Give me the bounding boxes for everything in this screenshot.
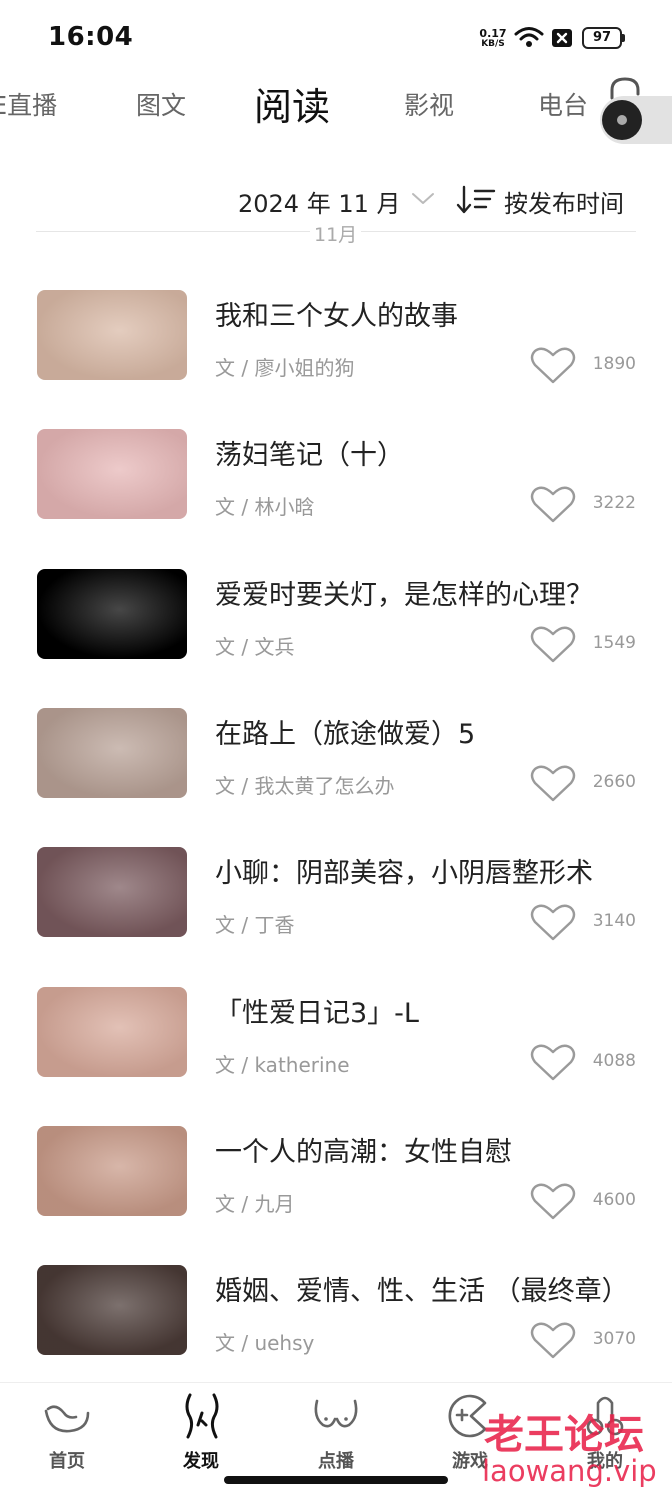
article-title[interactable]: 「性爱日记3」-L <box>215 991 640 1030</box>
article-author: 文 / 九月 <box>215 1192 295 1216</box>
article-title[interactable]: 婚姻、爱情、性、生活 （最终章） <box>215 1269 640 1308</box>
like-count: 3070 <box>592 1329 636 1349</box>
article-title[interactable]: 我和三个女人的故事 <box>215 294 640 333</box>
list-item[interactable]: 「性爱日记3」-L 文 / katherine 4088 <box>0 987 672 1087</box>
mine-icon <box>586 1396 624 1436</box>
tab-yuedu[interactable]: 阅读 <box>254 76 330 131</box>
sort-label[interactable]: 按发布时间 <box>504 184 624 219</box>
nav-label: 我的 <box>587 1451 623 1472</box>
like-count: 1890 <box>592 354 636 374</box>
tab-yingshi[interactable]: 影视 <box>404 86 454 122</box>
list-item[interactable]: 荡妇笔记（十） 文 / 林小晗 3222 <box>0 429 672 529</box>
net-speed-unit: KB/S <box>481 39 505 49</box>
music-player-float[interactable] <box>600 96 672 144</box>
battery-tip <box>622 34 625 42</box>
top-tabs: IE直播 图文 阅读 影视 电台 <box>0 72 672 132</box>
nav-item-discover[interactable]: 发现 <box>156 1391 246 1472</box>
like-count: 3222 <box>592 493 636 513</box>
heart-icon[interactable] <box>530 1182 576 1222</box>
article-author: 文 / 丁香 <box>215 913 295 937</box>
article-title[interactable]: 一个人的高潮：女性自慰 <box>215 1130 640 1169</box>
heart-icon[interactable] <box>530 485 576 525</box>
article-author: 文 / katherine <box>215 1053 350 1077</box>
article-thumbnail[interactable] <box>37 429 187 519</box>
status-bar: 16:04 0.17 KB/S 97 <box>0 0 672 76</box>
tab-tuwen[interactable]: 图文 <box>136 86 186 122</box>
list-item[interactable]: 在路上（旅途做爱）5 文 / 我太黄了怎么办 2660 <box>0 708 672 808</box>
article-thumbnail[interactable] <box>37 569 187 659</box>
nav-item-vod[interactable]: 点播 <box>291 1391 381 1472</box>
net-speed: 0.17 KB/S <box>478 28 508 50</box>
game-icon <box>448 1394 487 1438</box>
heart-icon[interactable] <box>530 764 576 804</box>
heart-icon[interactable] <box>530 1043 576 1083</box>
article-thumbnail[interactable] <box>37 708 187 798</box>
article-author: 文 / 我太黄了怎么办 <box>215 774 395 798</box>
sort-icon[interactable] <box>456 184 496 216</box>
home-indicator[interactable] <box>224 1476 448 1484</box>
like-count: 4088 <box>592 1051 636 1071</box>
list-item[interactable]: 小聊：阴部美容，小阴唇整形术 文 / 丁香 3140 <box>0 847 672 947</box>
wifi-icon <box>514 27 544 47</box>
list-item[interactable]: 爱爱时要关灯，是怎样的心理？ 文 / 文兵 1549 <box>0 569 672 669</box>
article-thumbnail[interactable] <box>37 847 187 937</box>
battery-level: 97 <box>582 27 622 49</box>
heart-icon[interactable] <box>530 903 576 943</box>
article-title[interactable]: 荡妇笔记（十） <box>215 433 640 472</box>
filter-row: 2024 年 11 月 按发布时间 <box>0 182 672 222</box>
like-count: 1549 <box>592 633 636 653</box>
nav-label: 点播 <box>318 1451 354 1472</box>
article-thumbnail[interactable] <box>37 1265 187 1355</box>
battery-icon: 97 <box>582 27 626 49</box>
music-disc-icon <box>602 100 642 140</box>
like-count: 4600 <box>592 1190 636 1210</box>
like-count: 3140 <box>592 911 636 931</box>
article-title[interactable]: 爱爱时要关灯，是怎样的心理？ <box>215 573 640 612</box>
article-thumbnail[interactable] <box>37 290 187 380</box>
list-item[interactable]: 婚姻、爱情、性、生活 （最终章） 文 / uehsy 3070 <box>0 1265 672 1365</box>
article-thumbnail[interactable] <box>37 987 187 1077</box>
nav-item-game[interactable]: 游戏 <box>425 1391 515 1472</box>
list-item[interactable]: 一个人的高潮：女性自慰 文 / 九月 4600 <box>0 1126 672 1226</box>
nav-item-mine[interactable]: 我的 <box>560 1391 650 1472</box>
nav-label: 发现 <box>183 1451 219 1472</box>
nav-item-home[interactable]: 首页 <box>22 1391 112 1472</box>
article-author: 文 / 林小晗 <box>215 495 315 519</box>
chevron-down-icon[interactable] <box>410 190 436 208</box>
nav-label: 游戏 <box>452 1451 488 1472</box>
tab-live[interactable]: IE直播 <box>0 86 57 122</box>
heart-icon[interactable] <box>530 346 576 386</box>
article-thumbnail[interactable] <box>37 1126 187 1216</box>
date-picker[interactable]: 2024 年 11 月 <box>238 184 401 219</box>
vod-icon <box>314 1399 358 1428</box>
article-author: 文 / uehsy <box>215 1331 315 1355</box>
heart-icon[interactable] <box>530 1321 576 1361</box>
home-icon <box>44 1405 90 1433</box>
list-item[interactable]: 我和三个女人的故事 文 / 廖小姐的狗 1890 <box>0 290 672 390</box>
like-count: 2660 <box>592 772 636 792</box>
sim-x-icon <box>552 29 572 47</box>
article-author: 文 / 廖小姐的狗 <box>215 356 355 380</box>
net-speed-value: 0.17 <box>479 27 507 40</box>
nav-label: 首页 <box>49 1451 85 1472</box>
status-time: 16:04 <box>48 22 134 52</box>
article-title[interactable]: 在路上（旅途做爱）5 <box>215 712 640 751</box>
discover-icon <box>185 1393 219 1439</box>
month-marker: 11月 <box>310 220 362 247</box>
heart-icon[interactable] <box>530 625 576 665</box>
article-title[interactable]: 小聊：阴部美容，小阴唇整形术 <box>215 851 640 890</box>
tab-diantai[interactable]: 电台 <box>538 86 588 122</box>
article-author: 文 / 文兵 <box>215 635 295 659</box>
